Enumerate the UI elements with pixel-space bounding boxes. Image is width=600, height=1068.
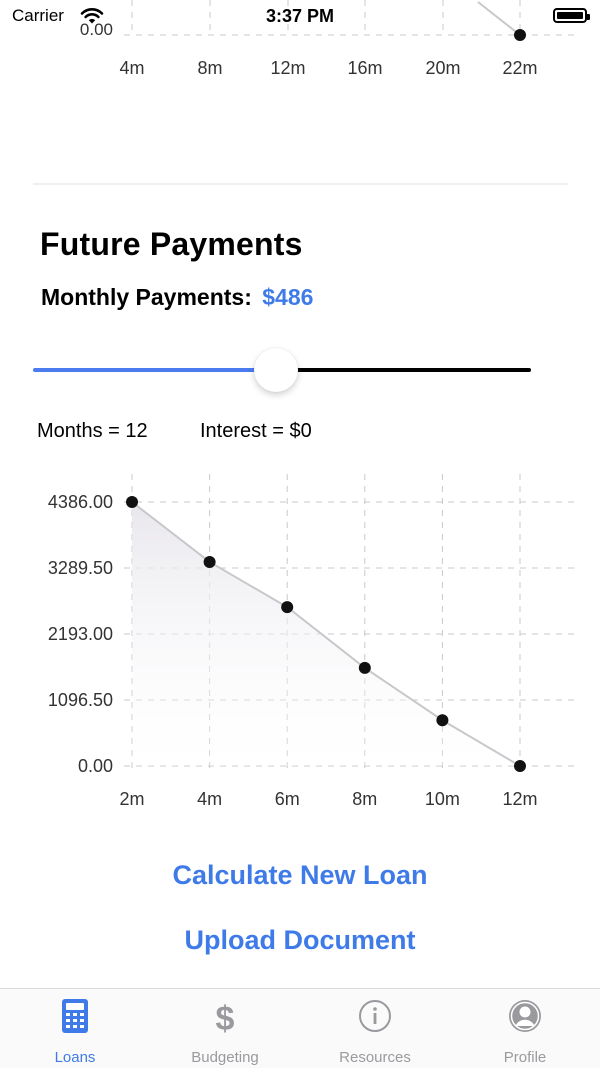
chart-point [126, 496, 138, 508]
tab-label: Budgeting [191, 1049, 259, 1066]
chart-y-tick-label: 1096.50 [48, 690, 113, 710]
calculator-icon [62, 999, 88, 1033]
previous-chart-x-label: 16m [347, 58, 382, 78]
previous-chart-x-label: 12m [270, 58, 305, 78]
slider-track-filled[interactable] [33, 368, 275, 372]
tab-label: Loans [54, 1049, 96, 1066]
previous-chart-x-label: 22m [502, 58, 537, 78]
interest-label: Interest = $0 [200, 420, 312, 442]
tab-resources[interactable]: Resources [300, 989, 450, 1068]
chart-point [203, 555, 216, 568]
profile-icon [509, 1000, 541, 1032]
upload-document-button[interactable]: Upload Document [0, 925, 600, 956]
months-slider-thumb[interactable] [254, 348, 298, 392]
chart-y-tick-label: 0.00 [78, 756, 113, 776]
status-time: 3:37 PM [265, 6, 335, 26]
chart-point [436, 714, 449, 727]
chart-point [281, 601, 294, 614]
chart-x-tick-label: 2m [119, 789, 144, 809]
tab-bar: Loans $ Budgeting Resources Profile [0, 988, 600, 1068]
tab-label: Profile [503, 1049, 547, 1066]
previous-chart-x-label: 20m [425, 58, 460, 78]
chart-point [514, 760, 526, 772]
future-payments-chart: 4386.00 3289.50 2193.00 1096.50 0.00 2m 4m 6m 8… [48, 474, 575, 809]
tab-loans[interactable]: Loans [0, 989, 150, 1068]
chart-y-tick-label: 2193.00 [48, 624, 113, 644]
svg-text:$: $ [216, 1000, 235, 1035]
previous-chart-point [514, 29, 526, 41]
future-payments-title: Future Payments [40, 226, 303, 262]
monthly-payments-value: $486 [262, 284, 314, 310]
chart-point [358, 661, 371, 674]
chart-x-tick-label: 8m [352, 789, 377, 809]
battery-icon [553, 8, 590, 23]
slider-track-remaining[interactable] [275, 368, 531, 372]
tab-label: Resources [339, 1049, 411, 1066]
chart-y-tick-label: 4386.00 [48, 492, 113, 512]
info-icon [359, 1000, 391, 1032]
previous-chart-x-label: 4m [119, 58, 144, 78]
chart-x-tick-labels: 2m 4m 6m 8m 10m 12m [119, 789, 537, 809]
calculate-new-loan-button[interactable]: Calculate New Loan [0, 860, 600, 891]
section-divider [33, 183, 568, 185]
monthly-payments-label: Monthly Payments: [41, 284, 252, 310]
chart-x-tick-label: 12m [502, 789, 537, 809]
tab-profile[interactable]: Profile [450, 989, 600, 1068]
chart-x-tick-label: 4m [197, 789, 222, 809]
dollar-icon: $ [216, 1000, 235, 1035]
tab-budgeting[interactable]: $ Budgeting [150, 989, 300, 1068]
chart-y-tick-labels: 4386.00 3289.50 2193.00 1096.50 0.00 [48, 492, 113, 776]
chart-x-tick-label: 6m [275, 789, 300, 809]
months-label: Months = 12 [37, 420, 148, 442]
monthly-payments-row: Monthly Payments: $486 [41, 284, 313, 311]
previous-chart-x-label: 8m [197, 58, 222, 78]
chart-y-tick-label: 3289.50 [48, 558, 113, 578]
chart-x-tick-label: 10m [425, 789, 460, 809]
